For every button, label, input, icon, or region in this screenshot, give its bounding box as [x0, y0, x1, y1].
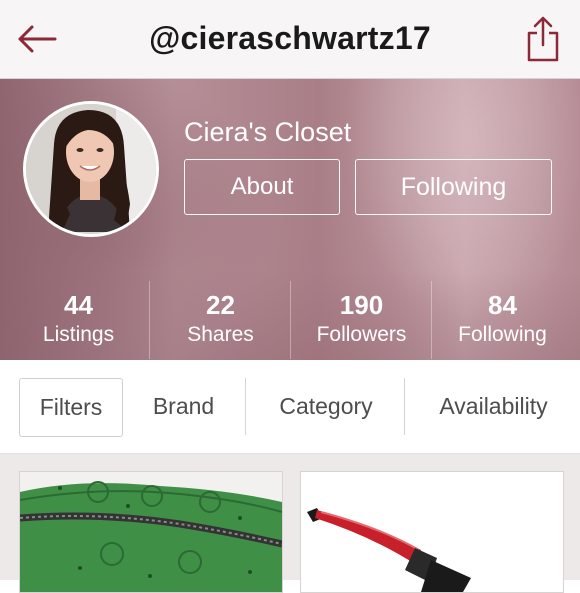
top-nav-bar: @cieraschwartz17 [0, 0, 580, 79]
stat-shares[interactable]: 22 Shares [150, 279, 291, 360]
stat-followers[interactable]: 190 Followers [291, 279, 432, 360]
stat-label: Listings [42, 323, 115, 346]
category-filter[interactable]: Category [250, 378, 402, 435]
page-title: @cieraschwartz17 [149, 20, 431, 56]
stat-listings[interactable]: 44 Listings [8, 279, 149, 360]
stat-label: Following [458, 323, 547, 346]
profile-photo [26, 104, 156, 234]
filters-button[interactable]: Filters [19, 378, 123, 437]
about-button[interactable]: About [184, 159, 340, 215]
closet-name: Ciera's Closet [184, 117, 352, 147]
filter-bar: Filters Brand Category Availability [0, 360, 580, 454]
profile-stats: 44 Listings 22 Shares 190 Followers 84 F… [0, 279, 580, 360]
profile-header: Ciera's Closet About Following 44 Listin… [0, 79, 580, 360]
red-curling-wand [301, 472, 563, 592]
listing-tile[interactable] [19, 471, 283, 593]
filter-divider [245, 378, 246, 435]
listing-tile[interactable] [300, 471, 564, 593]
stat-number: 22 [206, 290, 235, 320]
availability-filter[interactable]: Availability [407, 378, 580, 435]
stat-number: 84 [488, 290, 517, 320]
share-button[interactable] [508, 0, 578, 78]
filter-divider [404, 378, 405, 435]
stat-label: Followers [316, 323, 407, 346]
brand-filter[interactable]: Brand [136, 378, 231, 435]
share-icon [527, 16, 559, 62]
stat-label: Shares [187, 323, 254, 346]
listings-grid [0, 454, 580, 593]
following-button[interactable]: Following [355, 159, 552, 215]
stat-number: 190 [339, 290, 384, 320]
stat-following[interactable]: 84 Following [432, 279, 573, 360]
avatar[interactable] [23, 101, 159, 237]
green-zip-pouch [20, 472, 282, 592]
stat-number: 44 [64, 290, 93, 320]
